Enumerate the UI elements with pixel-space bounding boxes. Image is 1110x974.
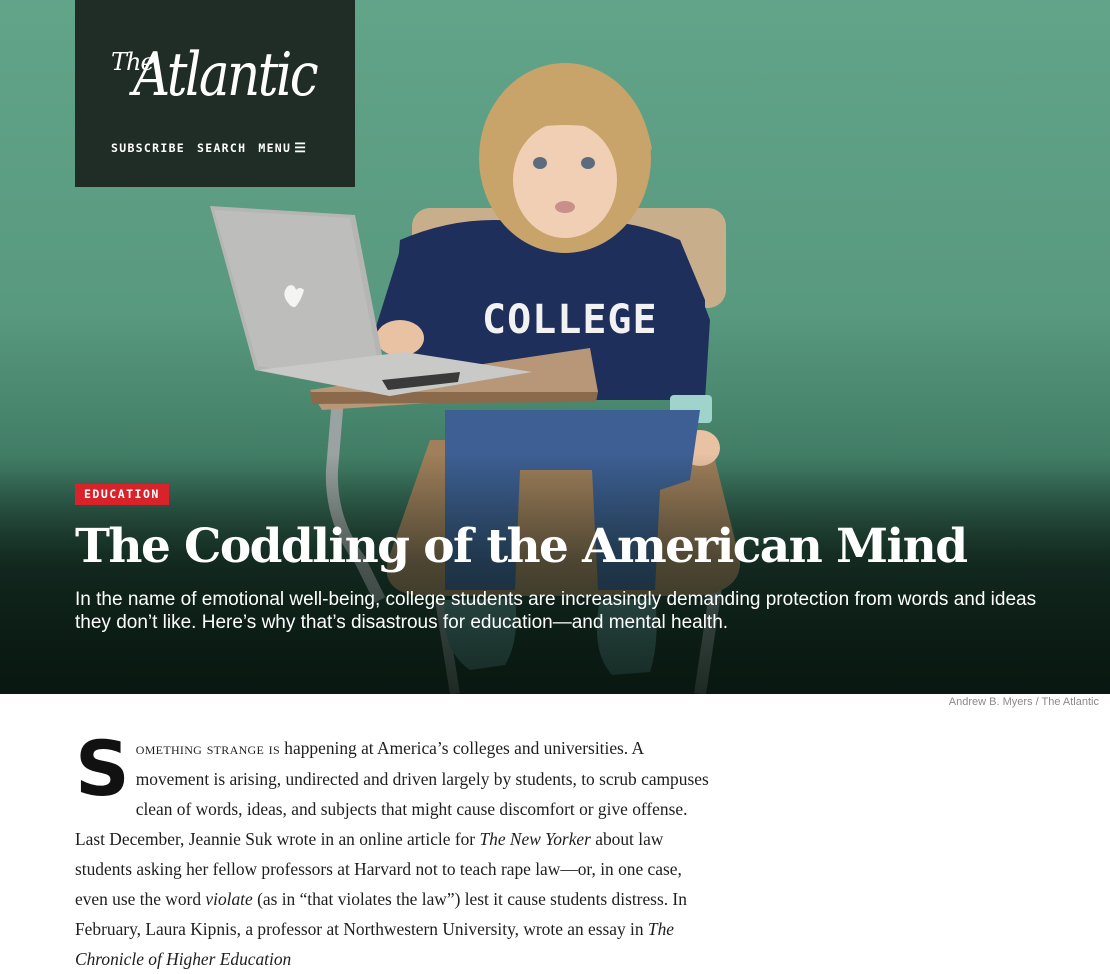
publication-new-yorker: The New Yorker <box>479 829 591 849</box>
logo-name-text: Atlantic <box>133 40 319 110</box>
article-body: Something strange is happening at Americ… <box>75 724 715 974</box>
section-tag-education[interactable]: EDUCATION <box>75 484 169 505</box>
lead-in-smallcaps: omething strange is <box>135 739 280 758</box>
search-link[interactable]: SEARCH <box>197 141 246 155</box>
article-paragraph: Something strange is happening at Americ… <box>75 724 715 974</box>
masthead: The Atlantic SUBSCRIBE SEARCH MENU ☰ <box>75 0 355 187</box>
article-dek: In the name of emotional well-being, col… <box>75 589 1037 633</box>
hamburger-icon: ☰ <box>294 141 308 156</box>
word-violate: violate <box>205 889 253 909</box>
article-title: The Coddling of the American Mind <box>75 519 968 574</box>
masthead-nav: SUBSCRIBE SEARCH MENU ☰ <box>111 141 307 155</box>
menu-label: MENU <box>258 141 292 155</box>
photo-credit: Andrew B. Myers / The Atlantic <box>948 696 1099 708</box>
sweatshirt-text: COLLEGE <box>482 297 658 343</box>
hero-section: COLLEGE The Atlantic SUBSCRIBE SEARCH ME… <box>0 0 1110 694</box>
drop-cap: S <box>75 724 130 813</box>
menu-button[interactable]: MENU ☰ <box>258 141 307 155</box>
subscribe-link[interactable]: SUBSCRIBE <box>111 141 185 155</box>
